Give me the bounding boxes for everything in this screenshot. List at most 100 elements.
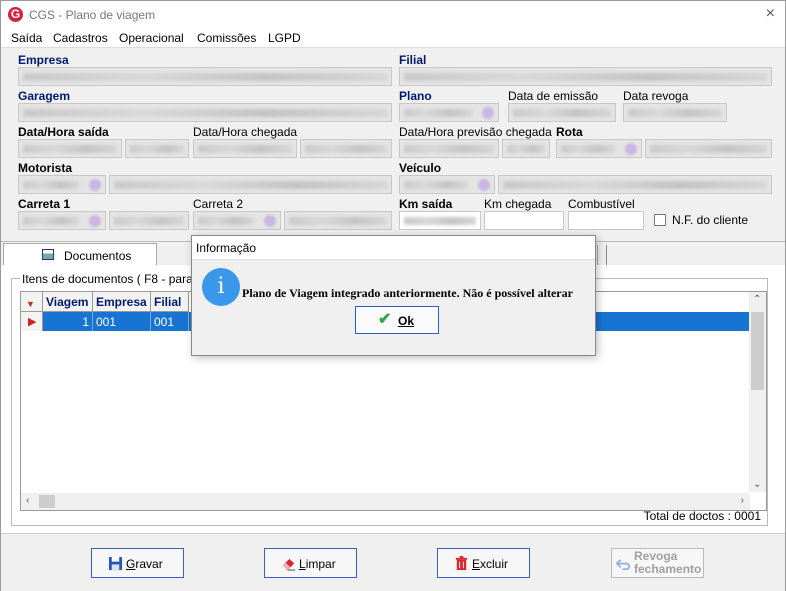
- cell-empresa: 001: [93, 312, 151, 331]
- menu-cadastros[interactable]: Cadastros: [53, 31, 108, 45]
- scroll-thumb-h[interactable]: [39, 495, 55, 508]
- km-saida-label: Km saída: [399, 197, 453, 211]
- vertical-scrollbar[interactable]: ⌃ ⌄: [749, 292, 766, 492]
- combustivel-field[interactable]: [568, 211, 644, 230]
- menu-saida[interactable]: Saída: [11, 31, 42, 45]
- menu-lgpd[interactable]: LGPD: [268, 31, 301, 45]
- carreta1-code-field[interactable]: [18, 211, 106, 230]
- carreta1-description-field: [109, 211, 189, 230]
- ok-label: Ok: [398, 314, 415, 328]
- search-icon[interactable]: [89, 179, 101, 191]
- hora-chegada-field[interactable]: [300, 139, 392, 158]
- fechamento-label: fechamento: [634, 562, 702, 576]
- window-title: CGS - Plano de viagem: [29, 8, 156, 22]
- checkmark-icon: ✔: [378, 311, 392, 328]
- carreta1-label: Carreta 1: [18, 197, 71, 211]
- filial-field[interactable]: [399, 67, 772, 86]
- sort-indicator-icon[interactable]: ▼: [21, 292, 43, 312]
- trash-icon: [455, 556, 468, 571]
- scroll-down-icon[interactable]: ⌄: [753, 479, 761, 490]
- ok-button[interactable]: ✔ Ok: [355, 306, 439, 334]
- hora-previsao-field[interactable]: [502, 139, 550, 158]
- documents-group-title: Itens de documentos ( F8 - para sa: [20, 272, 211, 286]
- row-pointer-icon: ▶: [21, 312, 43, 331]
- gravar-label: Gravar: [126, 557, 163, 571]
- menu-operacional[interactable]: Operacional: [119, 31, 184, 45]
- search-icon[interactable]: [478, 179, 490, 191]
- rota-label: Rota: [556, 125, 583, 139]
- data-hora-saida-label: Data/Hora saída: [18, 125, 109, 139]
- data-previsao-field[interactable]: [399, 139, 499, 158]
- dialog-message: Plano de Viagem integrado anteriormente.…: [242, 286, 573, 300]
- scroll-right-icon[interactable]: ›: [741, 495, 744, 506]
- veiculo-label: Veículo: [399, 161, 442, 175]
- data-revoga-field[interactable]: [623, 103, 727, 122]
- dialog-title-bar: Informação: [192, 236, 595, 260]
- column-filial[interactable]: Filial: [151, 292, 189, 312]
- info-dialog: Informação i Plano de Viagem integrado a…: [191, 235, 596, 356]
- km-chegada-field[interactable]: [484, 211, 564, 230]
- undo-icon: [616, 559, 630, 571]
- menu-comissoes[interactable]: Comissões: [197, 31, 256, 45]
- data-hora-previsao-label: Data/Hora previsão chegada: [399, 125, 552, 139]
- action-bar: Gravar Limpar Excluir Revoga fechamento: [1, 533, 785, 591]
- carreta2-code-field[interactable]: [193, 211, 281, 230]
- limpar-label: Limpar: [299, 557, 336, 571]
- combustivel-label: Combustível: [568, 197, 635, 211]
- carreta2-description-field: [284, 211, 392, 230]
- scroll-up-icon[interactable]: ⌃: [753, 294, 761, 305]
- horizontal-scrollbar[interactable]: ‹ ›: [21, 493, 750, 510]
- scroll-left-icon[interactable]: ‹: [26, 495, 29, 506]
- search-icon[interactable]: [625, 143, 637, 155]
- search-icon[interactable]: [264, 215, 276, 227]
- limpar-button[interactable]: Limpar: [264, 548, 357, 578]
- cell-filial: 001: [151, 312, 189, 331]
- save-icon: [108, 556, 123, 571]
- data-chegada-field[interactable]: [193, 139, 297, 158]
- data-hora-chegada-label: Data/Hora chegada: [193, 125, 298, 139]
- hora-saida-field[interactable]: [125, 139, 189, 158]
- gravar-button[interactable]: Gravar: [91, 548, 184, 578]
- scroll-thumb[interactable]: [751, 312, 764, 390]
- info-icon: i: [202, 268, 240, 306]
- motorista-code-field[interactable]: [18, 175, 106, 194]
- column-viagem[interactable]: Viagem: [43, 292, 93, 312]
- title-bar: G CGS - Plano de viagem ×: [1, 1, 785, 29]
- rota-code-field[interactable]: [556, 139, 642, 158]
- plano-field[interactable]: [399, 103, 499, 122]
- tab-documentos-label: Documentos: [64, 249, 132, 263]
- excluir-button[interactable]: Excluir: [437, 548, 530, 578]
- search-icon[interactable]: [89, 215, 101, 227]
- column-empresa[interactable]: Empresa: [93, 292, 151, 312]
- rota-description-field: [645, 139, 772, 158]
- excluir-label: Excluir: [472, 557, 509, 571]
- plano-label: Plano: [399, 89, 432, 103]
- close-icon[interactable]: ×: [766, 5, 775, 23]
- search-icon[interactable]: [482, 107, 494, 119]
- app-logo-icon: G: [8, 7, 23, 22]
- tab-edge: [597, 245, 607, 266]
- garagem-label: Garagem: [18, 89, 71, 103]
- total-doctos: Total de doctos : 0001: [643, 509, 761, 523]
- data-emissao-label: Data de emissão: [508, 89, 599, 103]
- garagem-field[interactable]: [18, 103, 392, 122]
- veiculo-description-field: [498, 175, 772, 194]
- nf-cliente-label: N.F. do cliente: [672, 213, 749, 227]
- tab-documentos[interactable]: Documentos: [3, 243, 157, 266]
- document-icon: [42, 249, 54, 260]
- filial-label: Filial: [399, 53, 427, 67]
- data-revoga-label: Data revoga: [623, 89, 689, 103]
- data-emissao-field[interactable]: [508, 103, 616, 122]
- motorista-name-field: [109, 175, 392, 194]
- veiculo-code-field[interactable]: [399, 175, 495, 194]
- empresa-label: Empresa: [18, 53, 69, 67]
- data-saida-field[interactable]: [18, 139, 122, 158]
- km-saida-field[interactable]: [399, 211, 481, 230]
- empresa-field[interactable]: [18, 67, 392, 86]
- km-chegada-label: Km chegada: [484, 197, 552, 211]
- nf-cliente-checkbox[interactable]: [654, 214, 666, 226]
- revoga-fechamento-button[interactable]: Revoga fechamento: [611, 548, 704, 578]
- trip-plan-form: Empresa Filial Garagem Plano Data de emi…: [1, 47, 785, 241]
- carreta2-label: Carreta 2: [193, 197, 244, 211]
- menu-bar: Saída Cadastros Operacional Comissões LG…: [1, 29, 785, 47]
